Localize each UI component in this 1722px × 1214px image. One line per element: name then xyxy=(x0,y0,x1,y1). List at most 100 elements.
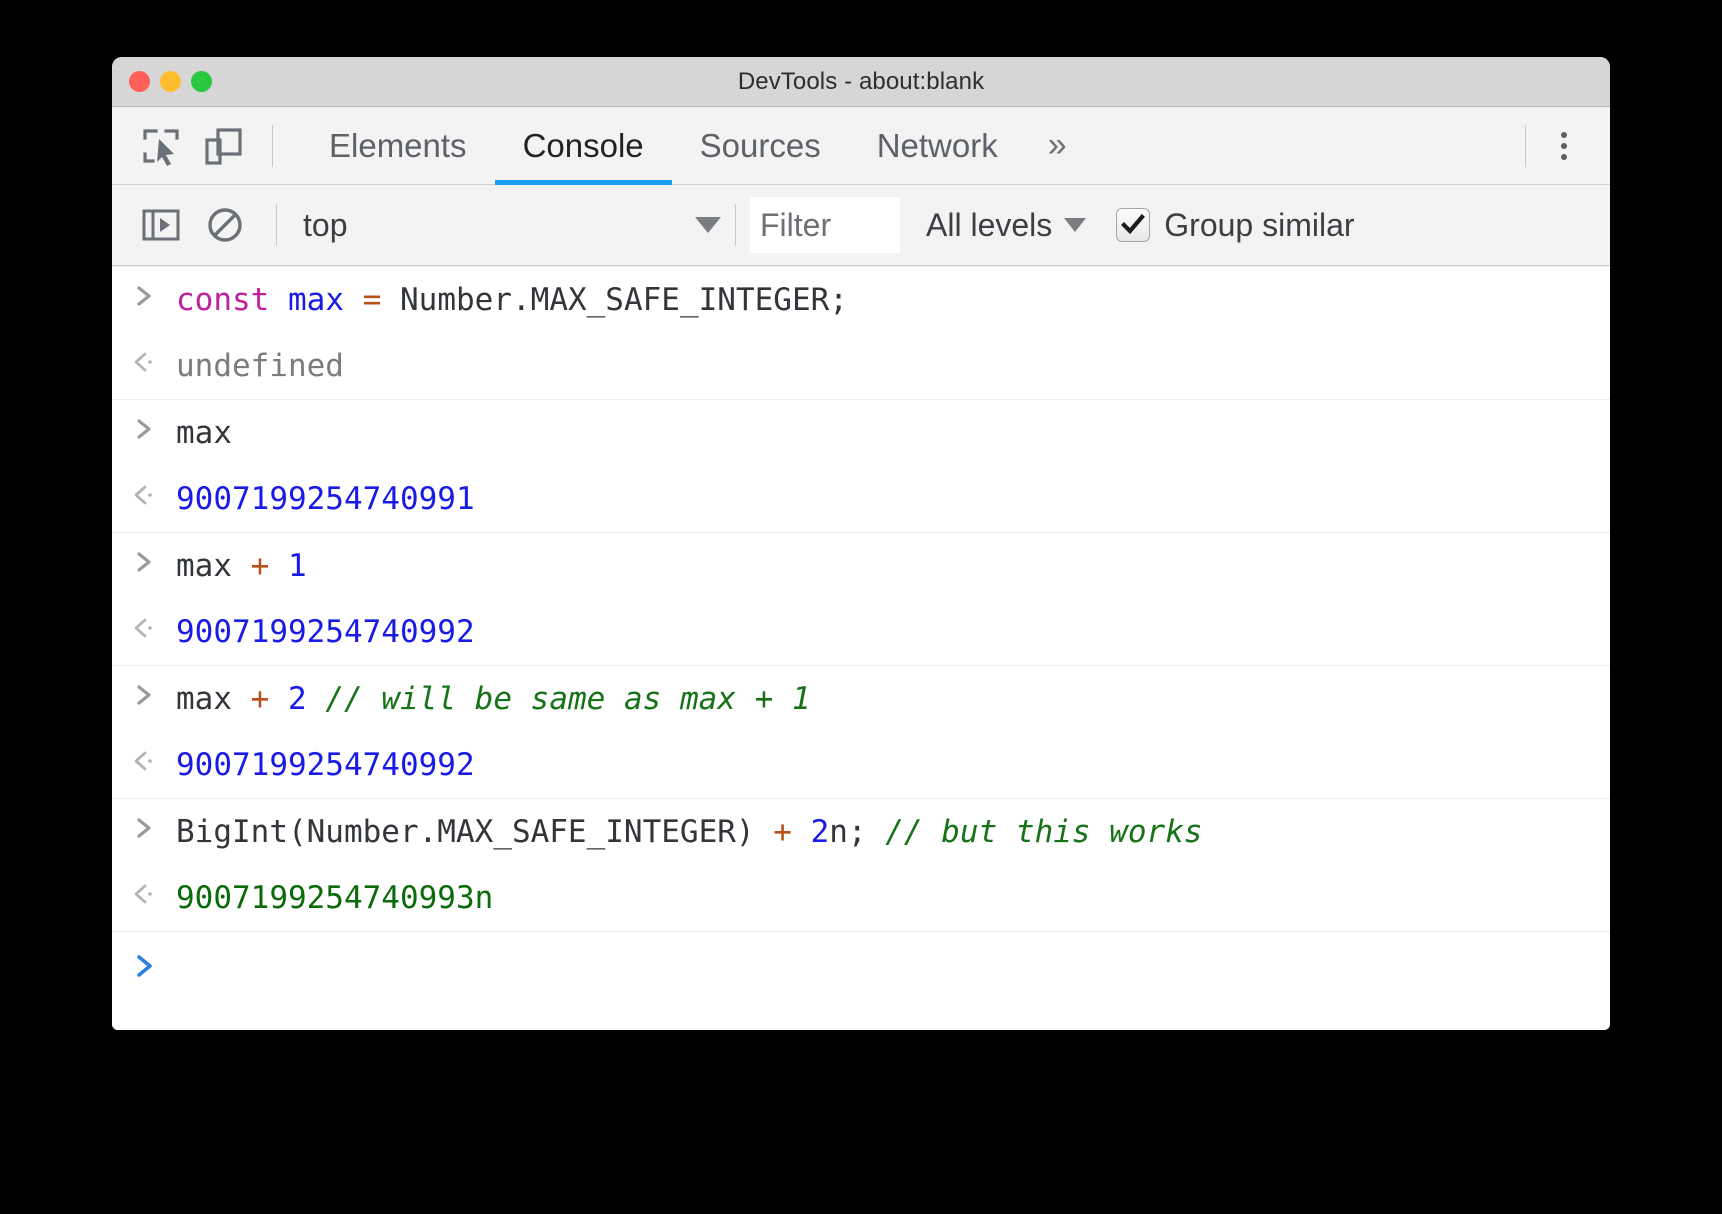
code-token-kw: const xyxy=(176,282,269,318)
log-level-selector[interactable]: All levels xyxy=(926,207,1086,244)
code-token-plain xyxy=(232,548,251,584)
code-token-ident: max xyxy=(288,282,344,318)
code-token-plain: BigInt(Number.MAX_SAFE_INTEGER) xyxy=(176,814,755,850)
clear-console-icon[interactable] xyxy=(198,198,252,252)
code-token-plain xyxy=(867,814,886,850)
tabbar-right-divider xyxy=(1525,125,1526,167)
code-token-plain xyxy=(269,282,288,318)
code-token-plain xyxy=(307,681,326,717)
device-toolbar-icon[interactable] xyxy=(196,119,250,173)
console-output-row[interactable]: undefined xyxy=(112,333,1610,399)
input-prompt-icon xyxy=(112,539,176,575)
tab-sources-label: Sources xyxy=(700,127,821,165)
code-token-comment: // but this works xyxy=(885,814,1202,850)
check-icon xyxy=(1120,212,1146,238)
log-level-value: All levels xyxy=(926,207,1052,244)
filterbar-divider-2 xyxy=(735,204,736,246)
toolbar-divider xyxy=(272,125,273,167)
filter-input[interactable] xyxy=(750,197,900,253)
code-token-comment: // will be same as max + 1 xyxy=(325,681,810,717)
tab-console-label: Console xyxy=(523,127,644,165)
code-token-num: 9007199254740991 xyxy=(176,481,475,517)
execution-context-selector[interactable]: top xyxy=(291,207,721,244)
code-token-plain: max xyxy=(176,548,232,584)
output-result-icon xyxy=(112,605,176,641)
code-token-op: + xyxy=(773,814,792,850)
output-result-icon xyxy=(112,871,176,907)
console-input-text: max + 2 // will be same as max + 1 xyxy=(176,672,831,726)
minimize-window-button[interactable] xyxy=(160,71,181,92)
tab-elements-label: Elements xyxy=(329,127,467,165)
active-prompt-icon xyxy=(112,942,176,980)
console-sidebar-icon[interactable] xyxy=(134,198,188,252)
code-token-plain: max xyxy=(176,415,232,451)
console-message-list[interactable]: const max = Number.MAX_SAFE_INTEGER;unde… xyxy=(112,266,1610,1030)
console-output-text: 9007199254740992 xyxy=(176,738,495,792)
code-token-plain xyxy=(755,814,774,850)
code-token-num: 9007199254740992 xyxy=(176,614,475,650)
console-output-text: 9007199254740992 xyxy=(176,605,495,659)
code-token-op: + xyxy=(251,681,270,717)
kebab-dot-2 xyxy=(1561,143,1567,149)
console-output-row[interactable]: 9007199254740991 xyxy=(112,466,1610,532)
console-output-text: 9007199254740993n xyxy=(176,871,513,925)
inspect-element-icon[interactable] xyxy=(134,119,188,173)
console-input-row[interactable]: const max = Number.MAX_SAFE_INTEGER; xyxy=(112,266,1610,333)
tab-sources[interactable]: Sources xyxy=(672,107,849,185)
window-title: DevTools - about:blank xyxy=(112,68,1610,96)
code-token-numlit: 2 xyxy=(288,681,307,717)
more-tabs-icon[interactable]: » xyxy=(1026,107,1089,185)
kebab-dot-3 xyxy=(1561,154,1567,160)
console-output-text: 9007199254740991 xyxy=(176,472,495,526)
console-output-row[interactable]: 9007199254740992 xyxy=(112,599,1610,665)
code-token-numlit: 2 xyxy=(811,814,830,850)
zoom-window-button[interactable] xyxy=(191,71,212,92)
execution-context-value: top xyxy=(291,207,347,244)
group-similar-checkbox[interactable] xyxy=(1116,208,1150,242)
code-token-undef: undefined xyxy=(176,348,344,384)
input-prompt-icon xyxy=(112,406,176,442)
code-token-bigint: 9007199254740993n xyxy=(176,880,493,916)
code-token-plain xyxy=(269,681,288,717)
traffic-light-group xyxy=(129,57,212,106)
tab-network[interactable]: Network xyxy=(849,107,1026,185)
window-titlebar: DevTools - about:blank xyxy=(112,57,1610,107)
tab-network-label: Network xyxy=(877,127,998,165)
output-result-icon xyxy=(112,339,176,375)
console-input-row[interactable]: max + 2 // will be same as max + 1 xyxy=(112,665,1610,732)
more-tabs-label: » xyxy=(1048,126,1067,165)
output-result-icon xyxy=(112,472,176,508)
console-input-text: const max = Number.MAX_SAFE_INTEGER; xyxy=(176,273,868,327)
console-output-row[interactable]: 9007199254740992 xyxy=(112,732,1610,798)
code-token-plain: max xyxy=(176,681,232,717)
console-input-row[interactable]: BigInt(Number.MAX_SAFE_INTEGER) + 2n; //… xyxy=(112,798,1610,865)
output-result-icon xyxy=(112,738,176,774)
input-prompt-icon xyxy=(112,273,176,309)
kebab-dot-1 xyxy=(1561,132,1567,138)
code-token-numlit: 1 xyxy=(288,548,307,584)
tab-elements[interactable]: Elements xyxy=(301,107,495,185)
code-token-op: = xyxy=(363,282,382,318)
panel-tab-list: Elements Console Sources Network » xyxy=(301,107,1089,185)
filterbar-divider-1 xyxy=(276,204,277,246)
console-output-row[interactable]: 9007199254740993n xyxy=(112,865,1610,931)
code-token-plain xyxy=(269,548,288,584)
code-token-plain: n; xyxy=(829,814,866,850)
close-window-button[interactable] xyxy=(129,71,150,92)
code-token-num: 9007199254740992 xyxy=(176,747,475,783)
console-active-prompt-row[interactable] xyxy=(112,931,1610,986)
devtools-window: DevTools - about:blank Elements xyxy=(112,57,1610,1030)
code-token-plain xyxy=(792,814,811,850)
console-input-text: max xyxy=(176,406,252,460)
chevron-down-icon xyxy=(1064,218,1086,232)
console-output-text: undefined xyxy=(176,339,364,393)
code-token-plain xyxy=(232,681,251,717)
devtools-tabbar: Elements Console Sources Network » xyxy=(112,107,1610,185)
console-filterbar: top All levels Group similar xyxy=(112,185,1610,266)
console-input-row[interactable]: max xyxy=(112,399,1610,466)
tabbar-right-group xyxy=(1511,119,1610,173)
group-similar-toggle[interactable]: Group similar xyxy=(1116,207,1354,244)
tab-console[interactable]: Console xyxy=(495,107,672,185)
console-input-row[interactable]: max + 1 xyxy=(112,532,1610,599)
kebab-menu-icon[interactable] xyxy=(1540,119,1588,173)
